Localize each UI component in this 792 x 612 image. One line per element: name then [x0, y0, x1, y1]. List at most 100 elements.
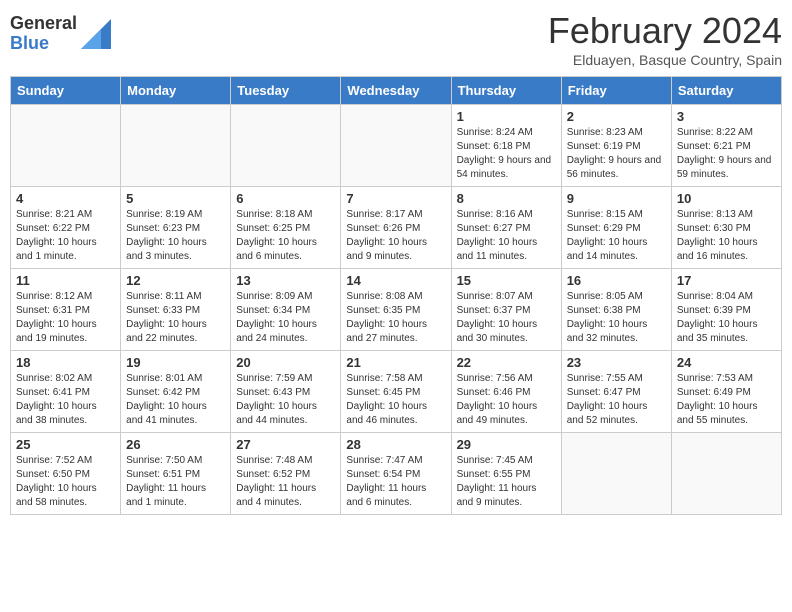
day-info: Sunrise: 8:04 AMSunset: 6:39 PMDaylight:…: [677, 290, 776, 346]
day-info: Sunrise: 8:01 AMSunset: 6:42 PMDaylight:…: [126, 372, 225, 428]
logo-icon: [81, 19, 111, 49]
weekday-header-thursday: Thursday: [451, 77, 561, 105]
day-number: 16: [567, 273, 666, 288]
day-number: 22: [457, 355, 556, 370]
title-area: February 2024 Elduayen, Basque Country, …: [548, 10, 782, 68]
weekday-header-saturday: Saturday: [671, 77, 781, 105]
day-info: Sunrise: 8:22 AMSunset: 6:21 PMDaylight:…: [677, 126, 776, 182]
day-info: Sunrise: 7:59 AMSunset: 6:43 PMDaylight:…: [236, 372, 335, 428]
day-number: 12: [126, 273, 225, 288]
calendar-cell: 15Sunrise: 8:07 AMSunset: 6:37 PMDayligh…: [451, 269, 561, 351]
calendar-cell: 6 Sunrise: 8:18 AMSunset: 6:25 PMDaylight…: [231, 187, 341, 269]
day-info: Sunrise: 8:21 AMSunset: 6:22 PMDaylight:…: [16, 208, 115, 264]
day-info: Sunrise: 8:23 AMSunset: 6:19 PMDaylight:…: [567, 126, 666, 182]
weekday-header-tuesday: Tuesday: [231, 77, 341, 105]
calendar-week-5: 25 Sunrise: 7:52 AMSunset: 6:50 PMDayligh…: [11, 433, 782, 515]
calendar-cell: [121, 105, 231, 187]
day-info: Sunrise: 7:48 AMSunset: 6:52 PMDaylight:…: [236, 454, 335, 510]
logo-general: General: [10, 14, 77, 34]
logo: General Blue: [10, 14, 111, 54]
calendar-week-3: 11Sunrise: 8:12 AMSunset: 6:31 PMDayligh…: [11, 269, 782, 351]
calendar-cell: 14 Sunrise: 8:08 AMSunset: 6:35 PMDayligh…: [341, 269, 451, 351]
calendar-week-2: 4 Sunrise: 8:21 AMSunset: 6:22 PMDaylight…: [11, 187, 782, 269]
day-info: Sunrise: 8:08 AMSunset: 6:35 PMDaylight:…: [346, 290, 445, 346]
day-number: 19: [126, 355, 225, 370]
calendar-cell: 25 Sunrise: 7:52 AMSunset: 6:50 PMDayligh…: [11, 433, 121, 515]
weekday-header-friday: Friday: [561, 77, 671, 105]
calendar-cell: 23Sunrise: 7:55 AMSunset: 6:47 PMDayligh…: [561, 351, 671, 433]
day-number: 28: [346, 437, 445, 452]
calendar-cell: 24 Sunrise: 7:53 AMSunset: 6:49 PMDayligh…: [671, 351, 781, 433]
weekday-header-sunday: Sunday: [11, 77, 121, 105]
day-info: Sunrise: 8:17 AMSunset: 6:26 PMDaylight:…: [346, 208, 445, 264]
day-number: 20: [236, 355, 335, 370]
day-info: Sunrise: 8:09 AMSunset: 6:34 PMDaylight:…: [236, 290, 335, 346]
calendar-cell: 19 Sunrise: 8:01 AMSunset: 6:42 PMDayligh…: [121, 351, 231, 433]
calendar-cell: 3 Sunrise: 8:22 AMSunset: 6:21 PMDaylight…: [671, 105, 781, 187]
weekday-header-wednesday: Wednesday: [341, 77, 451, 105]
day-number: 2: [567, 109, 666, 124]
day-number: 6: [236, 191, 335, 206]
calendar-title: February 2024: [548, 10, 782, 52]
calendar-cell: 11Sunrise: 8:12 AMSunset: 6:31 PMDayligh…: [11, 269, 121, 351]
day-info: Sunrise: 7:52 AMSunset: 6:50 PMDaylight:…: [16, 454, 115, 510]
calendar-cell: [231, 105, 341, 187]
day-info: Sunrise: 8:13 AMSunset: 6:30 PMDaylight:…: [677, 208, 776, 264]
day-number: 5: [126, 191, 225, 206]
calendar-cell: 5 Sunrise: 8:19 AMSunset: 6:23 PMDaylight…: [121, 187, 231, 269]
calendar-cell: 16 Sunrise: 8:05 AMSunset: 6:38 PMDayligh…: [561, 269, 671, 351]
day-info: Sunrise: 8:12 AMSunset: 6:31 PMDaylight:…: [16, 290, 115, 346]
calendar-cell: 21 Sunrise: 7:58 AMSunset: 6:45 PMDayligh…: [341, 351, 451, 433]
day-number: 9: [567, 191, 666, 206]
day-info: Sunrise: 7:58 AMSunset: 6:45 PMDaylight:…: [346, 372, 445, 428]
calendar-subtitle: Elduayen, Basque Country, Spain: [548, 52, 782, 68]
day-info: Sunrise: 7:55 AMSunset: 6:47 PMDaylight:…: [567, 372, 666, 428]
day-number: 18: [16, 355, 115, 370]
calendar-cell: 8Sunrise: 8:16 AMSunset: 6:27 PMDaylight…: [451, 187, 561, 269]
day-info: Sunrise: 8:15 AMSunset: 6:29 PMDaylight:…: [567, 208, 666, 264]
day-info: Sunrise: 7:53 AMSunset: 6:49 PMDaylight:…: [677, 372, 776, 428]
day-info: Sunrise: 8:24 AMSunset: 6:18 PMDaylight:…: [457, 126, 556, 182]
day-number: 29: [457, 437, 556, 452]
calendar-cell: 20 Sunrise: 7:59 AMSunset: 6:43 PMDayligh…: [231, 351, 341, 433]
day-info: Sunrise: 8:11 AMSunset: 6:33 PMDaylight:…: [126, 290, 225, 346]
calendar-cell: 9 Sunrise: 8:15 AMSunset: 6:29 PMDaylight…: [561, 187, 671, 269]
day-number: 27: [236, 437, 335, 452]
day-number: 7: [346, 191, 445, 206]
day-info: Sunrise: 8:19 AMSunset: 6:23 PMDaylight:…: [126, 208, 225, 264]
calendar-cell: 27 Sunrise: 7:48 AMSunset: 6:52 PMDayligh…: [231, 433, 341, 515]
day-info: Sunrise: 7:45 AMSunset: 6:55 PMDaylight:…: [457, 454, 556, 510]
day-info: Sunrise: 8:05 AMSunset: 6:38 PMDaylight:…: [567, 290, 666, 346]
day-number: 17: [677, 273, 776, 288]
day-number: 10: [677, 191, 776, 206]
day-number: 14: [346, 273, 445, 288]
weekday-header-monday: Monday: [121, 77, 231, 105]
day-info: Sunrise: 7:50 AMSunset: 6:51 PMDaylight:…: [126, 454, 225, 510]
day-number: 4: [16, 191, 115, 206]
calendar-table: SundayMondayTuesdayWednesdayThursdayFrid…: [10, 76, 782, 515]
calendar-cell: 17 Sunrise: 8:04 AMSunset: 6:39 PMDayligh…: [671, 269, 781, 351]
day-info: Sunrise: 7:47 AMSunset: 6:54 PMDaylight:…: [346, 454, 445, 510]
calendar-cell: 12 Sunrise: 8:11 AMSunset: 6:33 PMDayligh…: [121, 269, 231, 351]
day-number: 3: [677, 109, 776, 124]
calendar-cell: 22 Sunrise: 7:56 AMSunset: 6:46 PMDayligh…: [451, 351, 561, 433]
day-info: Sunrise: 8:07 AMSunset: 6:37 PMDaylight:…: [457, 290, 556, 346]
calendar-cell: 13Sunrise: 8:09 AMSunset: 6:34 PMDayligh…: [231, 269, 341, 351]
calendar-cell: [671, 433, 781, 515]
calendar-cell: 4 Sunrise: 8:21 AMSunset: 6:22 PMDaylight…: [11, 187, 121, 269]
calendar-cell: 2 Sunrise: 8:23 AMSunset: 6:19 PMDaylight…: [561, 105, 671, 187]
day-number: 25: [16, 437, 115, 452]
day-number: 21: [346, 355, 445, 370]
day-number: 24: [677, 355, 776, 370]
day-info: Sunrise: 8:18 AMSunset: 6:25 PMDaylight:…: [236, 208, 335, 264]
calendar-cell: 1 Sunrise: 8:24 AMSunset: 6:18 PMDaylight…: [451, 105, 561, 187]
calendar-cell: 10 Sunrise: 8:13 AMSunset: 6:30 PMDayligh…: [671, 187, 781, 269]
calendar-cell: [11, 105, 121, 187]
calendar-cell: [561, 433, 671, 515]
day-number: 1: [457, 109, 556, 124]
day-info: Sunrise: 8:02 AMSunset: 6:41 PMDaylight:…: [16, 372, 115, 428]
calendar-cell: 28 Sunrise: 7:47 AMSunset: 6:54 PMDayligh…: [341, 433, 451, 515]
day-info: Sunrise: 7:56 AMSunset: 6:46 PMDaylight:…: [457, 372, 556, 428]
day-number: 26: [126, 437, 225, 452]
calendar-cell: 7 Sunrise: 8:17 AMSunset: 6:26 PMDaylight…: [341, 187, 451, 269]
